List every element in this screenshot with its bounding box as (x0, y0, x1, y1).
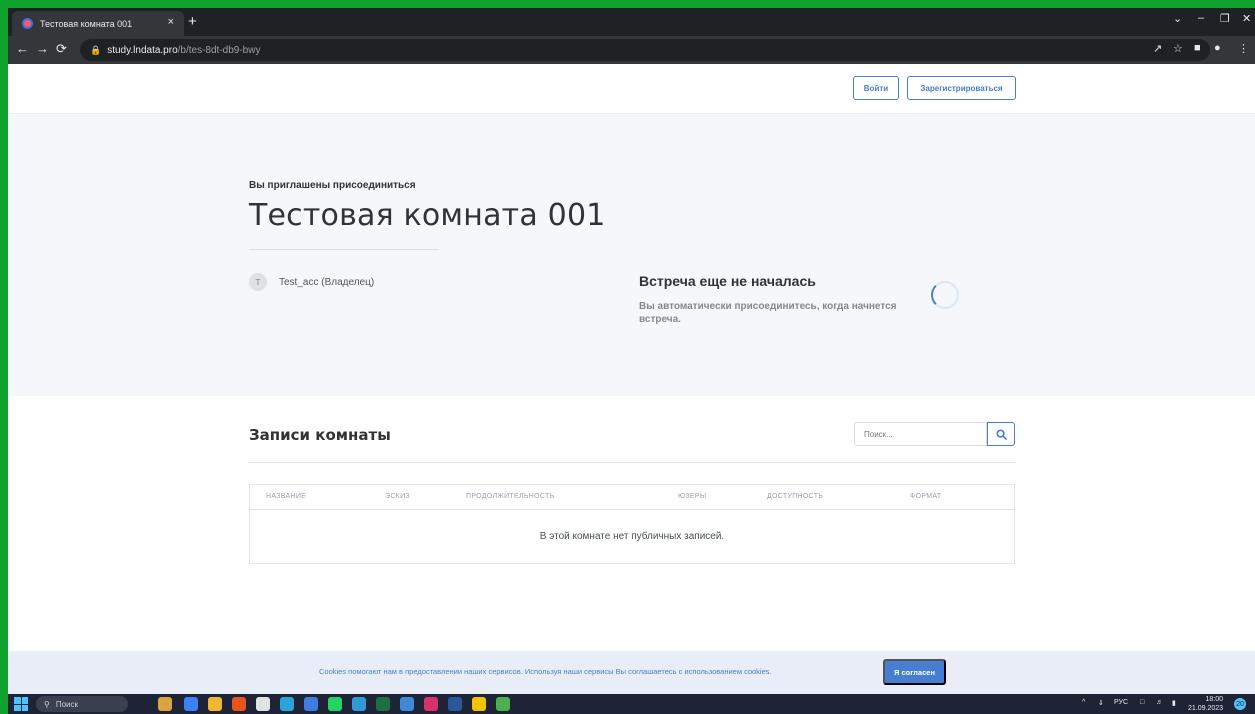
browser-tab[interactable]: Тестовая комната 001 × (12, 11, 184, 36)
telegram-icon[interactable] (352, 697, 366, 711)
cookie-accept-button[interactable]: Я согласен (883, 659, 946, 685)
column-header-visibility[interactable]: ДОСТУПНОСТЬ (767, 493, 823, 500)
reload-icon[interactable]: ⟳ (56, 41, 67, 57)
url-path: /b/tes-8dt-db9-bwy (177, 44, 261, 56)
column-header-users[interactable]: ЮЗЕРЫ (678, 493, 706, 500)
tray-expand-icon[interactable]: ^ (1082, 699, 1085, 706)
opera-icon[interactable] (232, 697, 246, 711)
yandex-icon[interactable] (256, 697, 270, 711)
tab-title: Тестовая комната 001 (40, 18, 133, 29)
widgets-icon[interactable] (158, 697, 172, 711)
pdf-icon[interactable] (424, 697, 438, 711)
taskbar-search-label: Поиск (55, 699, 79, 709)
share-icon[interactable]: ↗ (1153, 42, 1162, 55)
table-header-divider (250, 509, 1014, 510)
recordings-table: НАЗВАНИЕ ЭСКИЗ ПРОДОЛЖИТЕЛЬНОСТЬ ЮЗЕРЫ Д… (249, 484, 1015, 564)
taskbar-search[interactable]: ⚲ Поиск (36, 696, 128, 712)
owner-name: Test_acc (Владелец) (279, 276, 375, 288)
browser-window: Тестовая комната 001 × + ⌄ – ❐ ✕ ← → ⟳ 🔒… (8, 8, 1255, 714)
tab-favicon-icon (22, 18, 33, 29)
page-content: Войти Зарегистрироваться Вы приглашены п… (8, 64, 1255, 694)
clock-time: 18:00 (1205, 696, 1224, 703)
file-explorer-icon[interactable] (208, 697, 222, 711)
save-app-icon[interactable] (304, 697, 318, 711)
tab-close-icon[interactable]: × (168, 16, 174, 28)
search-icon (995, 428, 1007, 440)
store-icon[interactable] (280, 697, 294, 711)
taskbar: ⚲ Поиск ^ ⇓ РУС □ ♬ ▮ 18:00 21.09.2023 2… (8, 694, 1255, 714)
chrome-icon[interactable] (496, 697, 510, 711)
excel-icon[interactable] (376, 697, 390, 711)
recordings-title: Записи комнаты (249, 426, 391, 444)
notification-badge[interactable]: 20 (1234, 698, 1246, 710)
site-header: Войти Зарегистрироваться (8, 64, 1255, 114)
profile-icon[interactable]: ● (1214, 42, 1221, 54)
network-icon[interactable]: □ (1140, 699, 1144, 706)
column-header-length[interactable]: ПРОДОЛЖИТЕЛЬНОСТЬ (466, 493, 554, 500)
empty-recordings-message: В этой комнате нет публичных записей. (539, 531, 725, 542)
windows-start-icon[interactable] (14, 697, 28, 711)
meeting-status-subtitle: Вы автоматически присоединитесь, когда н… (639, 301, 897, 325)
column-header-name[interactable]: НАЗВАНИЕ (266, 493, 306, 500)
cookie-text: Cookies помогают нам в предоставлении на… (319, 667, 772, 676)
menu-icon[interactable]: ⋮ (1238, 42, 1249, 55)
word-icon[interactable] (448, 697, 462, 711)
search-icon: ⚲ (44, 699, 50, 709)
keyboard-language[interactable]: РУС (1114, 699, 1128, 706)
url-host: study.lndata.pro (107, 44, 178, 56)
system-clock[interactable]: 18:00 21.09.2023 (1188, 695, 1223, 713)
room-hero: Вы приглашены присоединиться Тестовая ко… (8, 114, 1255, 396)
tab-strip: Тестовая комната 001 × + ⌄ – ❐ ✕ (8, 8, 1255, 36)
clock-date: 21.09.2023 (1188, 705, 1224, 712)
url-field[interactable]: 🔒 study.lndata.pro /b/tes-8dt-db9-bwy (80, 39, 1210, 61)
register-button[interactable]: Зарегистрироваться (907, 76, 1016, 100)
recordings-divider (249, 462, 1015, 463)
search-input[interactable] (854, 422, 987, 446)
room-title: Тестовая комната 001 (249, 198, 606, 233)
messenger-icon[interactable] (400, 697, 414, 711)
invited-text: Вы приглашены присоединиться (249, 180, 416, 191)
battery-icon[interactable]: ▮ (1172, 699, 1176, 707)
forward-icon[interactable]: → (36, 41, 49, 56)
avatar: T (249, 273, 267, 291)
notes-icon[interactable] (472, 697, 486, 711)
address-bar: ← → ⟳ 🔒 study.lndata.pro /b/tes-8dt-db9-… (8, 36, 1255, 64)
sidepanel-icon[interactable]: ■ (1194, 42, 1201, 54)
column-header-thumbnail[interactable]: ЭСКИЗ (385, 493, 410, 500)
title-divider (249, 249, 439, 250)
close-window-icon[interactable]: ✕ (1242, 12, 1251, 25)
restore-icon[interactable]: ❐ (1220, 12, 1230, 25)
minimize-icon[interactable]: – (1198, 12, 1204, 24)
column-header-format[interactable]: ФОРМАТ (910, 493, 941, 500)
whatsapp-icon[interactable] (328, 697, 342, 711)
volume-icon[interactable]: ♬ (1156, 699, 1163, 706)
loading-spinner-icon (931, 281, 959, 309)
tab-search-icon[interactable]: ⌄ (1173, 12, 1182, 25)
star-icon[interactable]: ☆ (1173, 42, 1183, 55)
room-owner: T Test_acc (Владелец) (249, 273, 374, 291)
task-view-icon[interactable] (184, 697, 198, 711)
meeting-status-title: Встреча еще не началась (639, 273, 816, 289)
login-button[interactable]: Войти (853, 76, 899, 100)
cookie-banner: Cookies помогают нам в предоставлении на… (8, 651, 1255, 694)
back-icon[interactable]: ← (16, 41, 29, 56)
lock-icon[interactable]: 🔒 (90, 45, 101, 56)
tray-usb-icon[interactable]: ⇓ (1098, 699, 1104, 707)
search-button[interactable] (987, 422, 1015, 446)
new-tab-icon[interactable]: + (188, 13, 197, 30)
